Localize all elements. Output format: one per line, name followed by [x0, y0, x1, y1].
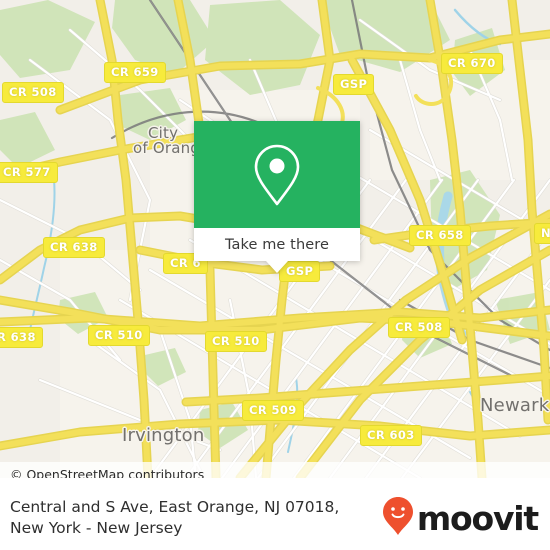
popup-pointer: [266, 261, 288, 273]
location-popup-card[interactable]: Take me there: [194, 121, 360, 273]
moovit-logo[interactable]: moovit: [382, 496, 539, 540]
map-viewport[interactable]: .rd-major { stroke:#f3e05a; stroke-linec…: [0, 0, 550, 478]
road-shield: CR 510: [205, 331, 267, 352]
popup-image-area: [194, 121, 360, 228]
road-shield: CR 670: [441, 53, 503, 74]
footer-bar: Central and S Ave, East Orange, NJ 07018…: [0, 486, 550, 550]
road-shield: CR 508: [388, 317, 450, 338]
road-shield: N: [534, 223, 550, 244]
road-shield: CR 658: [409, 225, 471, 246]
road-shield: CR 638: [43, 237, 105, 258]
road-shield: CR 509: [242, 400, 304, 421]
osm-attribution-text[interactable]: © OpenStreetMap contributors: [0, 467, 204, 479]
map-share-card: .rd-major { stroke:#f3e05a; stroke-linec…: [0, 0, 550, 550]
road-shield: CR 603: [360, 425, 422, 446]
take-me-there-button[interactable]: Take me there: [194, 228, 360, 261]
road-shield: CR 510: [88, 325, 150, 346]
road-shield: GSP: [333, 74, 375, 95]
road-shield: R 638: [0, 327, 43, 348]
address-text: Central and S Ave, East Orange, NJ 07018…: [10, 498, 340, 537]
moovit-wordmark: moovit: [416, 498, 539, 538]
take-me-there-label: Take me there: [224, 236, 330, 253]
road-shield: CR 577: [0, 162, 58, 183]
map-pin-icon: [250, 142, 304, 208]
road-shield: CR 508: [2, 82, 64, 103]
map-attribution-bar: © OpenStreetMap contributors: [0, 462, 550, 478]
road-shield: CR 659: [104, 62, 166, 83]
moovit-smiley-pin-icon: [382, 496, 413, 540]
